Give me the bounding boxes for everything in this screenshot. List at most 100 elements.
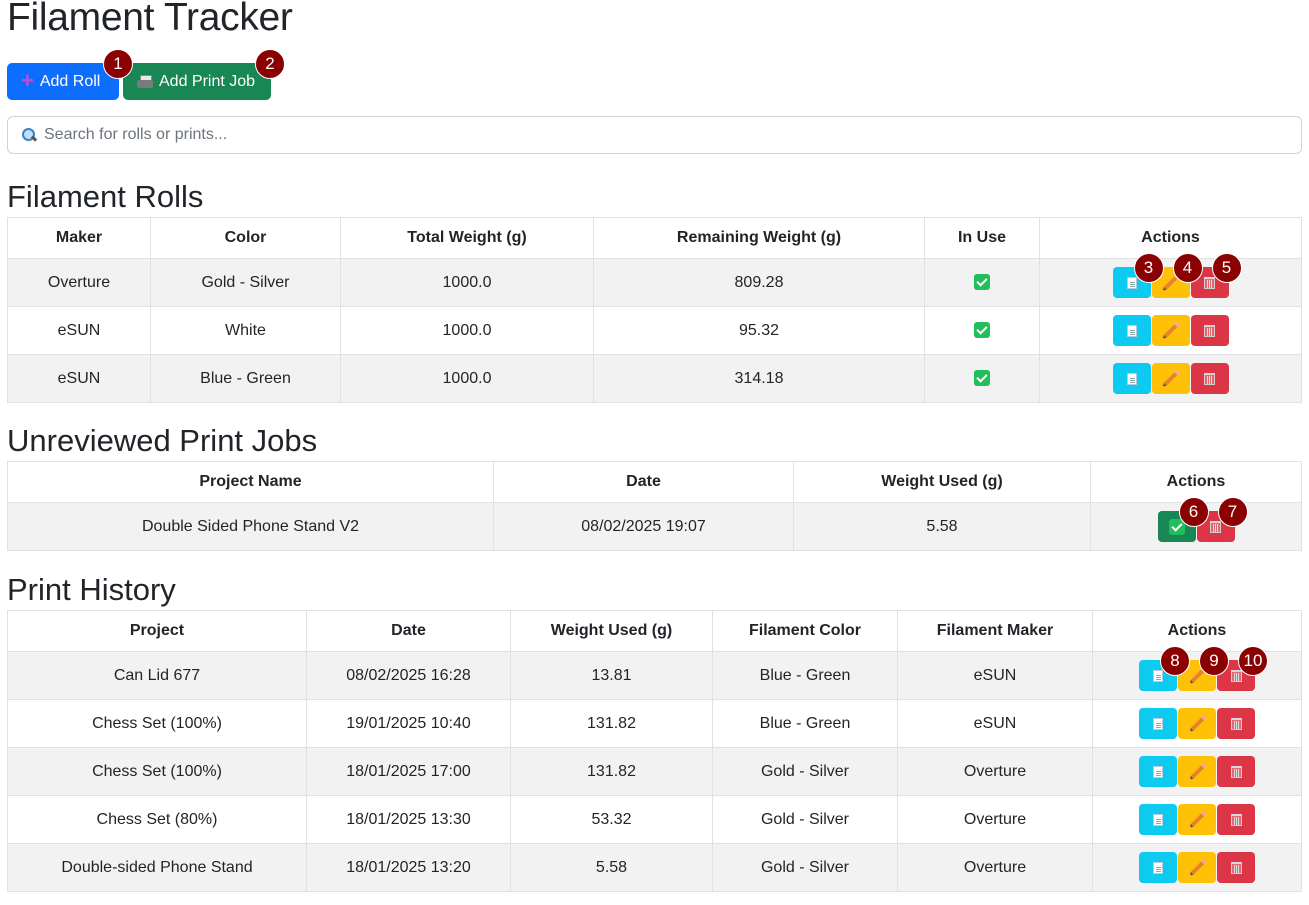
add-print-job-label: Add Print Job <box>159 72 256 90</box>
edit-button[interactable] <box>1178 852 1216 883</box>
annotation-badge: 5 <box>1211 253 1242 283</box>
view-button[interactable] <box>1139 804 1177 835</box>
pencil-icon <box>1190 716 1204 731</box>
annotation-badge: 3 <box>1133 253 1164 283</box>
unreviewed-section-header: Unreviewed Print Jobs <box>7 420 1302 461</box>
edit-button[interactable] <box>1178 756 1216 787</box>
actions-cell <box>1092 747 1302 796</box>
table-row: eSUN Blue - Green 1000.0 314.18 <box>7 354 1302 403</box>
weight-cell: 5.58 <box>793 502 1091 551</box>
annotation-badge: 8 <box>1160 646 1190 676</box>
actions-cell <box>1092 795 1302 844</box>
edit-button[interactable] <box>1151 315 1190 346</box>
actions-cell <box>1039 306 1302 355</box>
total-weight-cell: 1000.0 <box>340 354 594 403</box>
history-section-header: Print History <box>7 569 1302 610</box>
document-icon <box>1153 669 1163 682</box>
date-cell: 08/02/2025 16:28 <box>306 651 511 700</box>
delete-button[interactable] <box>1190 315 1229 346</box>
column-header: Color <box>150 217 341 259</box>
delete-button[interactable] <box>1217 852 1255 883</box>
table-row: Chess Set (100%) 18/01/2025 17:00 131.82… <box>7 747 1302 796</box>
filament-color-cell: Blue - Green <box>712 699 898 748</box>
history-table: Project Date Weight Used (g) Filament Co… <box>7 610 1302 892</box>
column-header: Date <box>306 610 511 652</box>
weight-cell: 131.82 <box>510 699 713 748</box>
view-button[interactable] <box>1139 708 1177 739</box>
annotation-badge: 7 <box>1217 497 1248 527</box>
document-icon <box>1153 717 1163 730</box>
search-icon <box>21 127 37 143</box>
maker-cell: eSUN <box>7 306 151 355</box>
annotation-badge: 4 <box>1172 253 1203 283</box>
table-row: Overture Gold - Silver 1000.0 809.28 3 4… <box>7 253 1302 307</box>
maker-cell: Overture <box>7 258 151 307</box>
date-cell: 19/01/2025 10:40 <box>306 699 511 748</box>
column-header: Weight Used (g) <box>510 610 713 652</box>
checkbox-checked-icon[interactable] <box>974 322 990 339</box>
checkbox-checked-icon[interactable] <box>974 370 990 387</box>
view-button[interactable] <box>1139 756 1177 787</box>
project-cell: Chess Set (100%) <box>7 699 307 748</box>
annotation-badge: 10 <box>1238 646 1268 676</box>
trash-icon <box>1230 813 1242 826</box>
pencil-icon <box>1163 371 1178 386</box>
view-button[interactable] <box>1139 852 1177 883</box>
delete-button[interactable] <box>1217 756 1255 787</box>
table-row: Double Sided Phone Stand V2 08/02/2025 1… <box>7 497 1302 551</box>
column-header: Actions <box>1092 610 1302 652</box>
column-header: Actions <box>1039 217 1302 259</box>
filament-maker-cell: Overture <box>897 747 1093 796</box>
color-cell: White <box>150 306 341 355</box>
remaining-weight-cell: 809.28 <box>593 258 925 307</box>
delete-button[interactable] <box>1190 363 1229 394</box>
checkbox-checked-icon[interactable] <box>974 274 990 291</box>
filament-color-cell: Blue - Green <box>712 651 898 700</box>
delete-button[interactable] <box>1217 804 1255 835</box>
table-row: Can Lid 677 08/02/2025 16:28 13.81 Blue … <box>7 646 1302 700</box>
edit-button[interactable] <box>1151 363 1190 394</box>
project-cell: Double-sided Phone Stand <box>7 843 307 892</box>
column-header: Filament Color <box>712 610 898 652</box>
color-cell: Gold - Silver <box>150 258 341 307</box>
actions-cell <box>1092 843 1302 892</box>
history-title: Print History <box>7 571 176 607</box>
add-print-job-button[interactable]: Add Print Job 2 <box>123 49 285 100</box>
column-header: Total Weight (g) <box>340 217 594 259</box>
search-box[interactable]: Search for rolls or prints... <box>7 116 1302 154</box>
trash-icon <box>1204 372 1215 385</box>
view-button[interactable]: 8 <box>1139 646 1190 691</box>
table-row: Chess Set (80%) 18/01/2025 13:30 53.32 G… <box>7 795 1302 844</box>
view-button[interactable]: 3 <box>1112 253 1164 298</box>
project-cell: Chess Set (100%) <box>7 747 307 796</box>
actions-cell: 6 7 <box>1090 497 1302 551</box>
weight-cell: 13.81 <box>510 651 713 700</box>
printer-icon <box>137 74 153 89</box>
edit-button[interactable] <box>1178 708 1216 739</box>
filament-color-cell: Gold - Silver <box>712 747 898 796</box>
rolls-title: Filament Rolls <box>7 178 204 214</box>
date-cell: 08/02/2025 19:07 <box>493 502 794 551</box>
plus-icon: + <box>21 67 34 93</box>
trash-icon <box>1230 765 1242 778</box>
trash-icon <box>1230 717 1242 730</box>
table-row: Double-sided Phone Stand 18/01/2025 13:2… <box>7 843 1302 892</box>
document-icon <box>1126 372 1137 385</box>
delete-button[interactable] <box>1217 708 1255 739</box>
view-button[interactable] <box>1112 315 1151 346</box>
trash-icon <box>1230 861 1242 874</box>
weight-cell: 5.58 <box>510 843 713 892</box>
search-input[interactable]: Search for rolls or prints... <box>44 126 227 144</box>
actions-cell <box>1039 354 1302 403</box>
date-cell: 18/01/2025 17:00 <box>306 747 511 796</box>
view-button[interactable] <box>1112 363 1151 394</box>
pencil-icon <box>1190 860 1204 875</box>
in-use-cell <box>924 306 1040 355</box>
pencil-icon <box>1190 812 1204 827</box>
approve-button[interactable]: 6 <box>1157 497 1209 542</box>
edit-button[interactable] <box>1178 804 1216 835</box>
filament-color-cell: Gold - Silver <box>712 843 898 892</box>
column-header: In Use <box>924 217 1040 259</box>
document-icon <box>1153 861 1163 874</box>
add-roll-button[interactable]: + Add Roll 1 <box>7 49 133 100</box>
